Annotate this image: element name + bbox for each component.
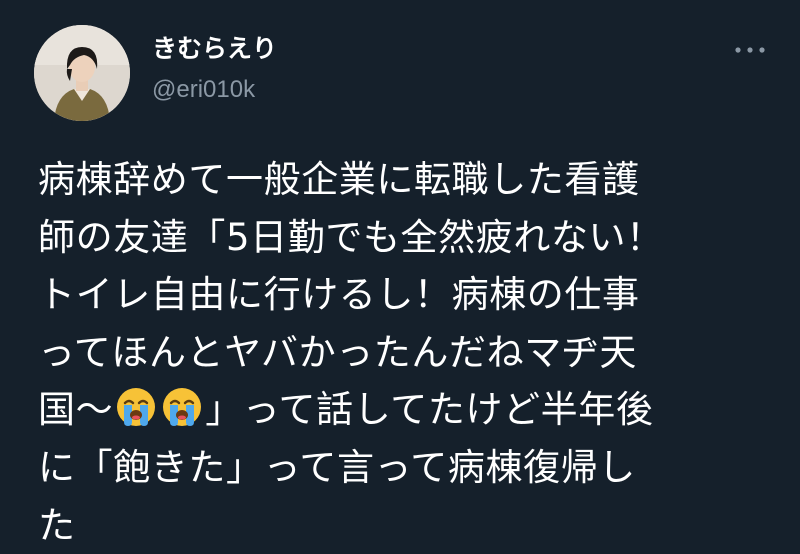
loudly-crying-face-icon bbox=[161, 386, 203, 428]
tweet-text-segment: 国〜 bbox=[38, 388, 114, 432]
more-options-button[interactable] bbox=[728, 38, 772, 62]
loudly-crying-face-icon bbox=[115, 386, 157, 428]
tweet-text-line: た bbox=[38, 503, 76, 547]
more-horizontal-icon bbox=[735, 47, 765, 53]
tweet-text: 病棟辞めて一般企業に転職した看護 師の友達「5日勤でも全然疲れない！ トイレ自由… bbox=[38, 151, 778, 554]
tweet-text-line: トイレ自由に行けるし！病棟の仕事 bbox=[38, 273, 640, 317]
tweet-text-line: ってほんとヤバかったんだねマヂ天 bbox=[38, 330, 638, 374]
avatar[interactable] bbox=[34, 25, 130, 121]
tweet-text-line: 師の友達「5日勤でも全然疲れない！ bbox=[38, 215, 664, 259]
tweet-text-line-with-emoji: 国〜 」って話してたけど半年後 bbox=[38, 381, 778, 439]
tweet-card: きむらえり @eri010k 病棟辞めて一般企業に転職した看護 師の友達「5日勤… bbox=[0, 0, 800, 549]
tweet-text-line: に「飽きた」って言って病棟復帰し bbox=[38, 445, 636, 489]
author-display-name[interactable]: きむらえり bbox=[152, 33, 277, 65]
author-handle[interactable]: @eri010k bbox=[152, 75, 255, 105]
tweet-text-segment: 」って話してたけど半年後 bbox=[205, 388, 654, 432]
avatar-photo bbox=[34, 25, 130, 121]
tweet-text-line: 病棟辞めて一般企業に転職した看護 bbox=[38, 158, 640, 201]
